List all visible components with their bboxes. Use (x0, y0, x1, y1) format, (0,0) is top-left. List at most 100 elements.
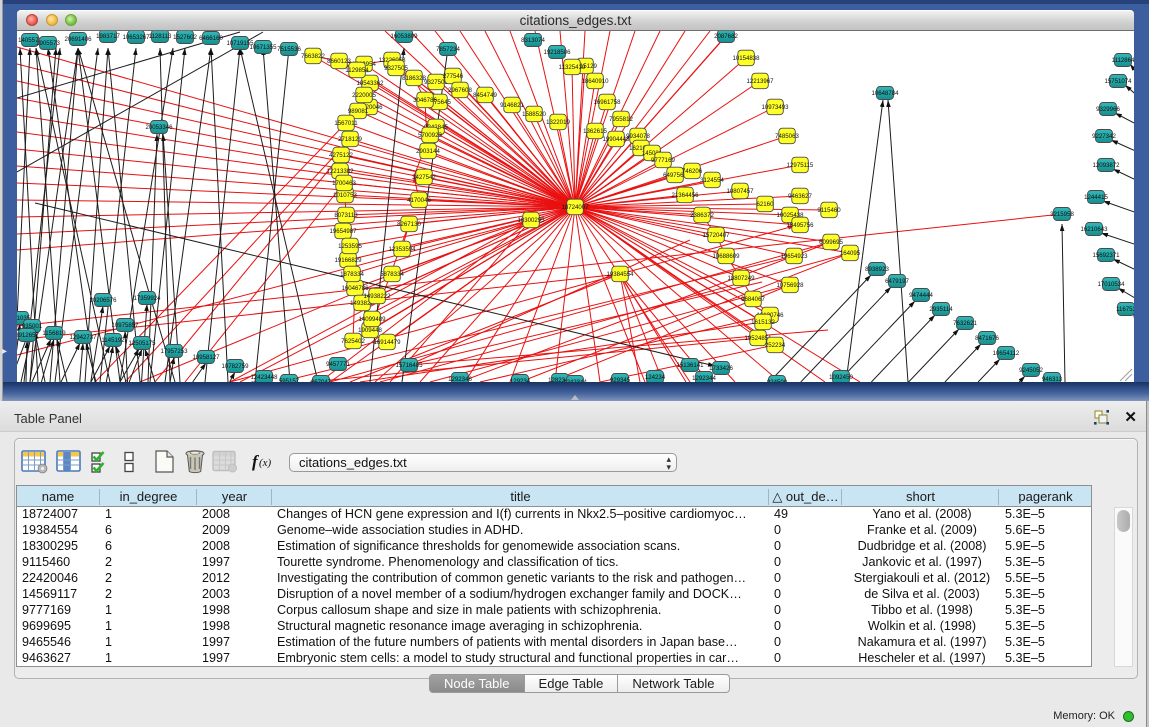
svg-text:9115460: 9115460 (817, 207, 841, 214)
svg-text:1905573: 1905573 (36, 40, 60, 47)
svg-text:9463627: 9463627 (788, 193, 812, 200)
svg-text:16046786: 16046786 (341, 285, 369, 292)
svg-text:16961758: 16961758 (593, 99, 621, 106)
svg-text:6099695: 6099695 (819, 239, 843, 246)
svg-text:10543362: 10543362 (356, 80, 384, 87)
svg-text:3046786: 3046786 (413, 97, 437, 104)
svg-text:1733426: 1733426 (709, 365, 733, 372)
svg-text:10653267: 10653267 (122, 34, 150, 41)
svg-text:9684067: 9684067 (741, 296, 765, 303)
svg-text:12213382: 12213382 (326, 168, 354, 175)
svg-text:1615132: 1615132 (751, 319, 775, 326)
svg-text:1909448: 1909448 (358, 327, 382, 334)
svg-text:867047: 867047 (311, 379, 332, 382)
svg-text:124234: 124234 (645, 374, 666, 381)
svg-text:17359924: 17359924 (133, 295, 161, 302)
svg-text:1878334: 1878334 (340, 271, 364, 278)
svg-text:17957253: 17957253 (160, 348, 188, 355)
svg-text:18807249: 18807249 (727, 275, 755, 282)
svg-text:62160: 62160 (757, 201, 775, 208)
svg-text:1588520: 1588520 (522, 111, 546, 118)
svg-text:11325419: 11325419 (559, 64, 586, 71)
svg-text:989081: 989081 (348, 108, 369, 115)
svg-text:9457771: 9457771 (326, 361, 350, 368)
svg-text:20691406: 20691406 (64, 36, 92, 43)
svg-text:8073113: 8073113 (334, 212, 358, 219)
svg-text:2386372: 2386372 (690, 212, 714, 219)
svg-text:19384554: 19384554 (606, 271, 634, 278)
svg-text:929345: 929345 (610, 377, 631, 382)
svg-text:1362615: 1362615 (583, 128, 607, 135)
svg-text:14938222: 14938222 (363, 293, 391, 300)
svg-text:9329966: 9329966 (1096, 106, 1120, 113)
svg-text:9777169: 9777169 (651, 157, 675, 164)
svg-text:2220005: 2220005 (352, 92, 376, 99)
svg-text:2087682: 2087682 (714, 33, 738, 40)
svg-text:10671355: 10671355 (249, 44, 277, 51)
svg-text:3124554: 3124554 (700, 177, 724, 184)
svg-text:7632621: 7632621 (953, 320, 977, 327)
svg-text:116753: 116753 (1116, 306, 1134, 313)
svg-text:164095: 164095 (840, 250, 861, 257)
svg-text:3427542: 3427542 (412, 174, 436, 181)
svg-text:252234: 252234 (765, 342, 786, 349)
svg-text:1292346: 1292346 (448, 376, 472, 382)
svg-text:19654987: 19654987 (329, 228, 357, 235)
svg-text:12942737: 12942737 (69, 334, 97, 341)
svg-text:10648784: 10648784 (871, 90, 899, 97)
svg-text:15136141: 15136141 (676, 362, 704, 369)
svg-text:1145192: 1145192 (101, 337, 125, 344)
svg-text:19218506: 19218506 (543, 49, 571, 56)
svg-text:129234: 129234 (510, 378, 531, 382)
svg-text:5878334: 5878334 (380, 271, 404, 278)
svg-text:14099489: 14099489 (358, 316, 386, 323)
svg-text:7625402: 7625402 (341, 338, 365, 345)
svg-text:1010753: 1010753 (333, 192, 357, 199)
svg-text:15692371: 15692371 (1092, 252, 1120, 259)
svg-text:20053346: 20053346 (145, 124, 173, 131)
svg-text:7515536: 7515536 (277, 46, 301, 53)
svg-text:946313: 946313 (1042, 376, 1063, 382)
svg-text:2903144: 2903144 (416, 148, 440, 155)
svg-text:7485063: 7485063 (775, 133, 799, 140)
svg-text:2718129: 2718129 (338, 136, 362, 143)
svg-text:8267130: 8267130 (397, 221, 421, 228)
svg-text:12213967: 12213967 (746, 78, 774, 85)
svg-text:6479197: 6479197 (885, 278, 909, 285)
svg-text:2935114: 2935114 (929, 306, 953, 313)
svg-text:9934078: 9934078 (626, 133, 650, 140)
svg-text:1983717: 1983717 (96, 33, 120, 40)
svg-text:12423448: 12423448 (250, 374, 278, 381)
svg-text:1156819: 1156819 (42, 330, 66, 337)
svg-text:277546: 277546 (443, 73, 464, 80)
svg-text:10688609: 10688609 (712, 253, 740, 260)
svg-text:595157: 595157 (279, 378, 300, 382)
svg-text:1128113: 1128113 (149, 33, 172, 40)
svg-text:18300295: 18300295 (517, 217, 545, 224)
svg-text:10975857: 10975857 (111, 322, 139, 329)
svg-text:6466160: 6466160 (199, 35, 223, 42)
svg-text:7663822: 7663822 (301, 53, 325, 60)
svg-text:18640910: 18640910 (581, 78, 609, 85)
svg-text:10973493: 10973493 (761, 104, 789, 111)
svg-text:12353594: 12353594 (388, 246, 416, 253)
svg-text:8186328: 8186328 (402, 75, 426, 82)
svg-text:3912657: 3912657 (17, 332, 39, 339)
svg-text:16914479: 16914479 (373, 339, 401, 346)
svg-text:12093872: 12093872 (1092, 162, 1120, 169)
svg-text:19166829: 19166829 (334, 257, 362, 264)
svg-text:7857234: 7857234 (436, 46, 460, 53)
svg-text:5700923: 5700923 (418, 132, 442, 139)
svg-text:1129854: 1129854 (345, 67, 369, 74)
svg-text:1253595: 1253595 (338, 243, 362, 250)
svg-text:1292344: 1292344 (692, 375, 716, 382)
svg-text:18724007: 18724007 (561, 204, 589, 211)
svg-text:3215958: 3215958 (1050, 211, 1074, 218)
svg-text:8471676: 8471676 (975, 335, 999, 342)
svg-text:1092450: 1092450 (829, 374, 853, 381)
svg-text:9146821: 9146821 (500, 102, 524, 109)
svg-text:8660123: 8660123 (327, 58, 351, 65)
svg-text:8313074: 8313074 (521, 37, 545, 44)
svg-text:20206576: 20206576 (89, 297, 117, 304)
svg-text:19654923: 19654923 (780, 253, 808, 260)
